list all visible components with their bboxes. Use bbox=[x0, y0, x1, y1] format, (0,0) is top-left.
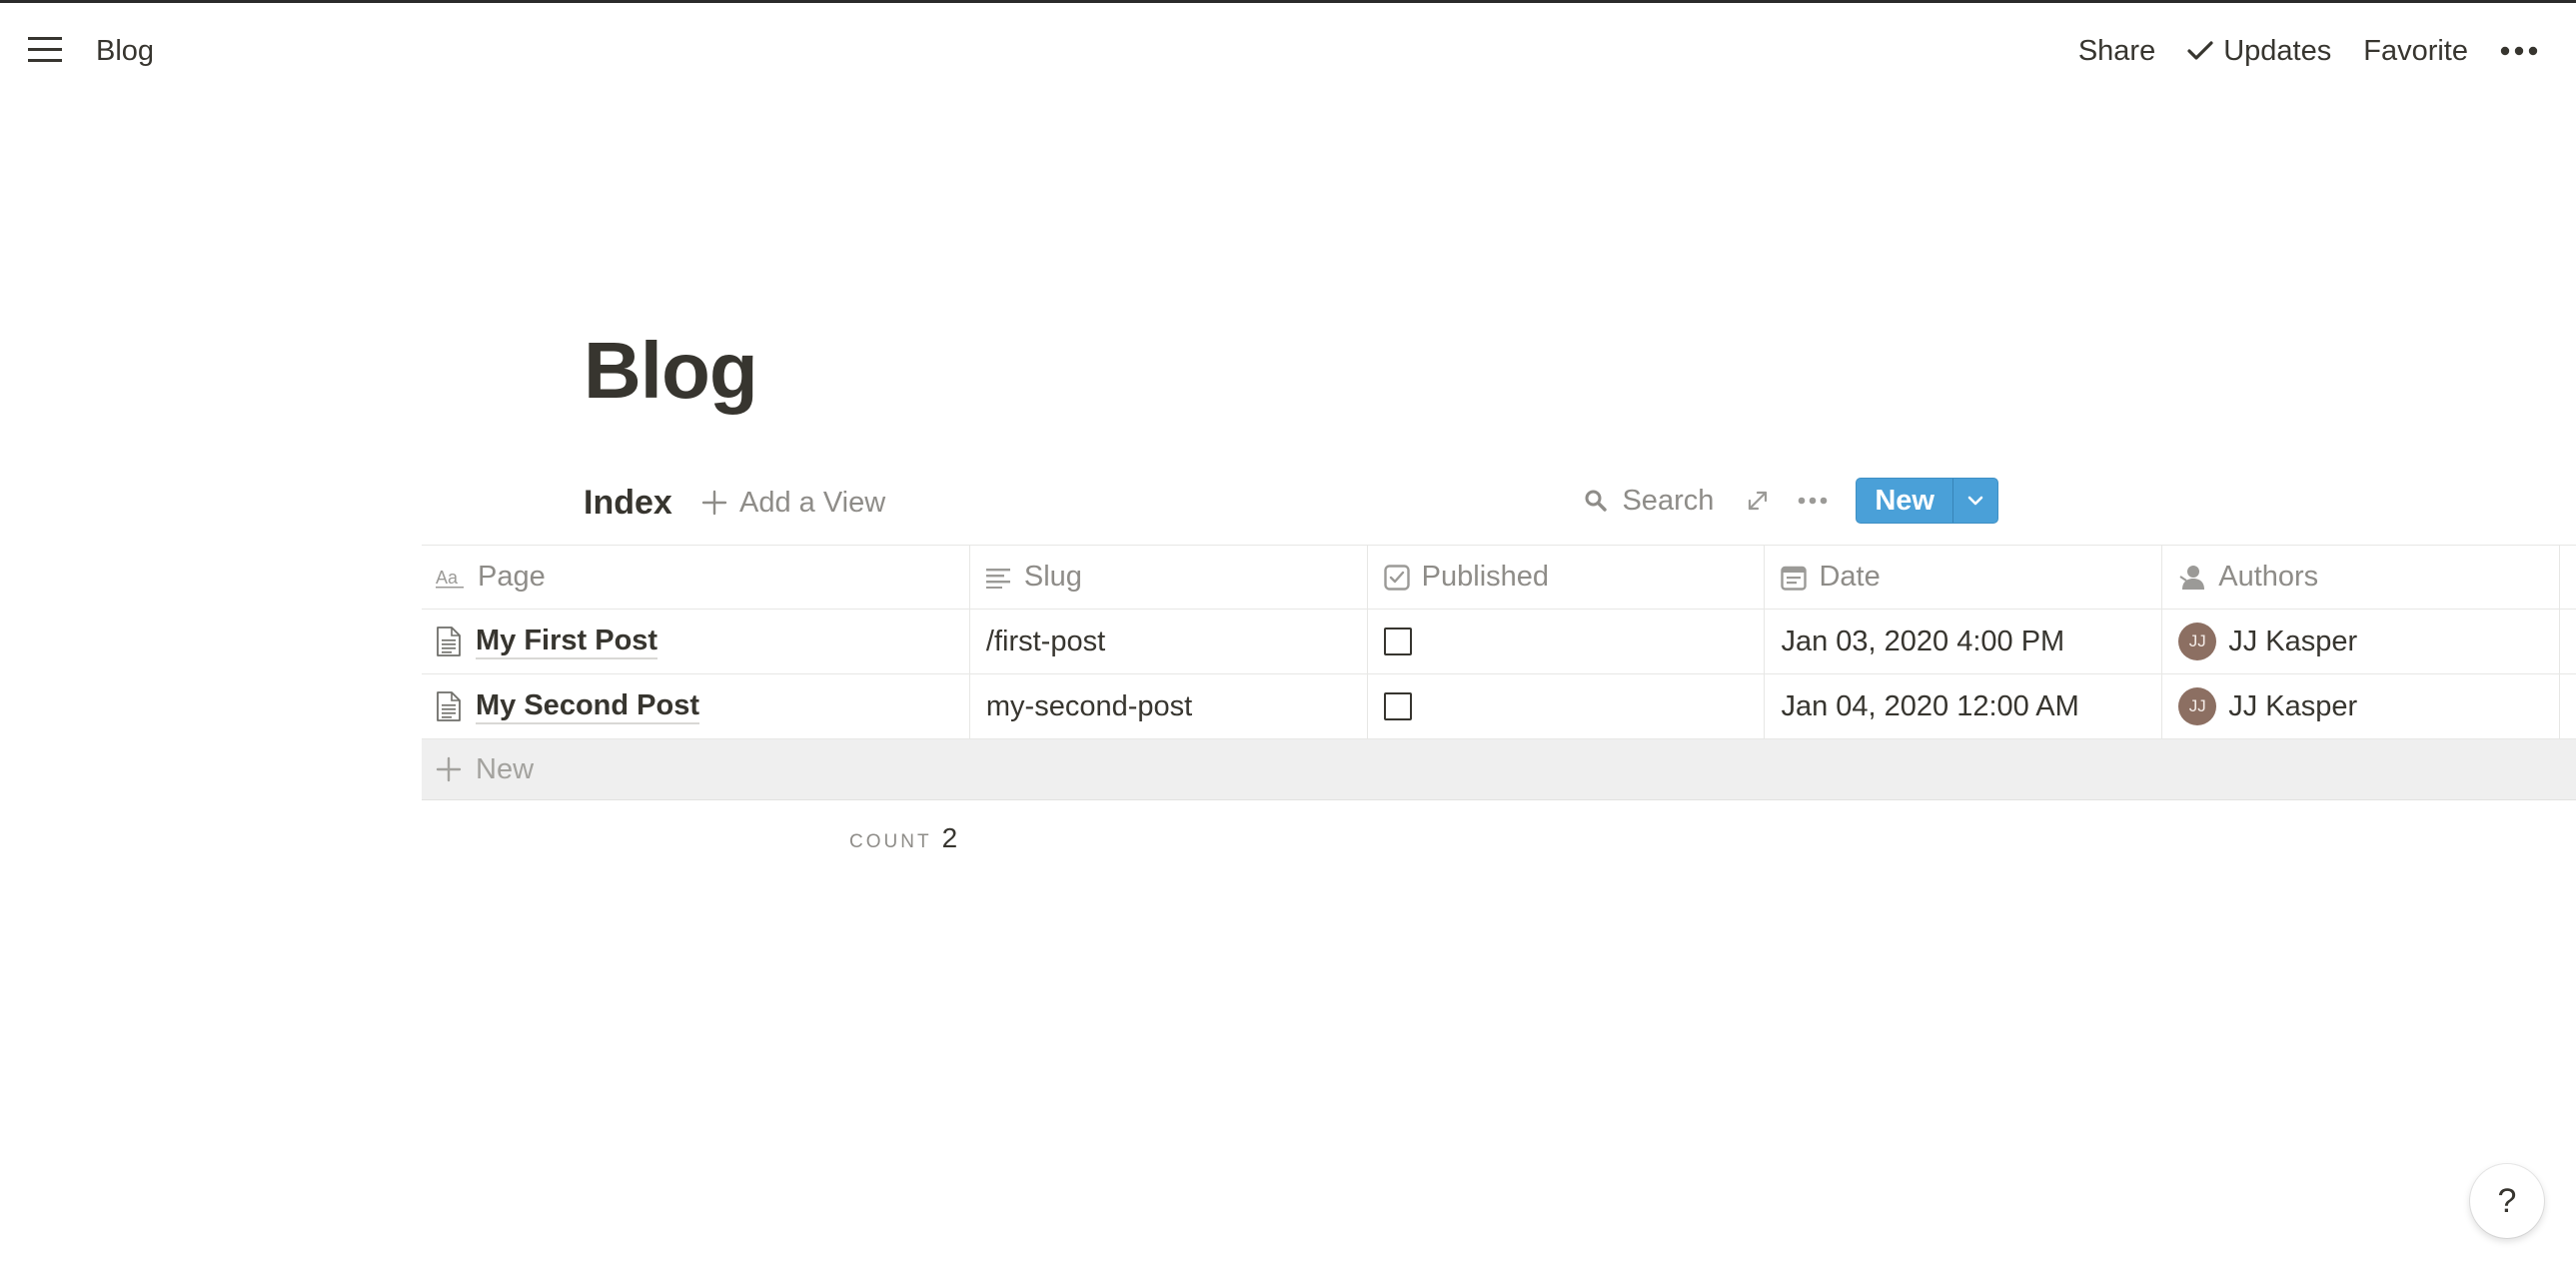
table-header-row: Aa Page Slug Published Date Authors bbox=[422, 545, 2576, 610]
calendar-icon bbox=[1781, 566, 1808, 591]
database-table: Aa Page Slug Published Date Authors My F… bbox=[422, 545, 2576, 800]
share-button[interactable]: Share bbox=[2078, 33, 2155, 69]
breadcrumb-title[interactable]: Blog bbox=[96, 33, 154, 69]
column-label: Published bbox=[1421, 561, 1550, 593]
count-value: 2 bbox=[941, 822, 958, 853]
database-view-bar: Index Add a View Search New bbox=[584, 475, 1998, 527]
view-tools: Search New bbox=[1584, 478, 1998, 524]
page-cell[interactable]: My Second Post bbox=[422, 674, 970, 738]
page-cell[interactable]: My First Post bbox=[422, 610, 970, 673]
checkbox-icon bbox=[1383, 564, 1410, 591]
column-label: Page bbox=[478, 561, 546, 593]
updates-button[interactable]: Updates bbox=[2187, 33, 2331, 69]
published-cell[interactable] bbox=[1368, 674, 1766, 738]
new-button[interactable]: New bbox=[1857, 479, 1952, 523]
updates-label: Updates bbox=[2223, 35, 2332, 67]
page-link[interactable]: My First Post bbox=[476, 624, 658, 659]
empty-cell bbox=[2560, 674, 2576, 738]
authors-cell[interactable]: JJ JJ Kasper bbox=[2162, 674, 2561, 738]
add-view-button[interactable]: Add a View bbox=[701, 483, 885, 523]
published-checkbox[interactable] bbox=[1383, 628, 1412, 655]
column-label: Authors bbox=[2218, 561, 2319, 593]
column-header-date[interactable]: Date bbox=[1765, 546, 2163, 609]
title-icon: Aa bbox=[436, 568, 464, 588]
page-title[interactable]: Blog bbox=[584, 321, 758, 421]
column-label: Date bbox=[1819, 561, 1881, 593]
text-icon bbox=[985, 568, 1010, 589]
page-link[interactable]: My Second Post bbox=[476, 688, 699, 724]
column-label: Slug bbox=[1023, 561, 1082, 593]
help-button[interactable]: ? bbox=[2470, 1164, 2544, 1238]
empty-cell bbox=[2560, 610, 2576, 673]
published-checkbox[interactable] bbox=[1383, 692, 1412, 720]
table-row: My Second Post my-second-post Jan 04, 20… bbox=[422, 674, 2576, 739]
favorite-button[interactable]: Favorite bbox=[2363, 33, 2468, 69]
search-label: Search bbox=[1622, 484, 1715, 517]
authors-cell[interactable]: JJ JJ Kasper bbox=[2162, 610, 2561, 673]
avatar: JJ bbox=[2178, 687, 2217, 725]
new-dropdown-button[interactable] bbox=[1952, 479, 1997, 523]
column-header-published[interactable]: Published bbox=[1368, 546, 1766, 609]
author-name: JJ Kasper bbox=[2228, 689, 2358, 722]
column-header-slug[interactable]: Slug bbox=[970, 546, 1368, 609]
column-header-authors[interactable]: Authors bbox=[2162, 546, 2561, 609]
column-header-page[interactable]: Aa Page bbox=[422, 546, 970, 609]
slug-cell[interactable]: my-second-post bbox=[970, 674, 1368, 738]
chevron-down-icon bbox=[1967, 496, 1983, 506]
add-row-label: New bbox=[476, 752, 535, 785]
more-options-icon[interactable] bbox=[2500, 46, 2538, 56]
column-header-empty bbox=[2560, 546, 2576, 609]
date-cell[interactable]: Jan 04, 2020 12:00 AM bbox=[1765, 674, 2163, 738]
date-cell[interactable]: Jan 03, 2020 4:00 PM bbox=[1765, 610, 2163, 673]
expand-icon[interactable] bbox=[1746, 489, 1770, 513]
view-more-options-icon[interactable] bbox=[1798, 497, 1828, 505]
count-label: COUNT bbox=[849, 831, 932, 852]
add-row-button[interactable]: New bbox=[422, 739, 2576, 800]
svg-text:Aa: Aa bbox=[436, 568, 459, 588]
topbar-actions: Share Updates Favorite bbox=[2078, 29, 2538, 73]
plus-icon bbox=[436, 756, 462, 782]
slug-cell[interactable]: /first-post bbox=[970, 610, 1368, 673]
document-icon bbox=[436, 626, 462, 657]
document-icon bbox=[436, 690, 462, 722]
row-count[interactable]: COUNT 2 bbox=[849, 822, 957, 854]
author-name: JJ Kasper bbox=[2228, 625, 2358, 657]
search-icon bbox=[1585, 490, 1608, 512]
top-bar: Blog Share Updates Favorite bbox=[0, 3, 2576, 99]
plus-icon bbox=[701, 490, 727, 516]
hamburger-menu-icon[interactable] bbox=[28, 35, 68, 69]
person-icon bbox=[2179, 565, 2205, 590]
table-row: My First Post /first-post Jan 03, 2020 4… bbox=[422, 610, 2576, 674]
published-cell[interactable] bbox=[1368, 610, 1766, 673]
avatar: JJ bbox=[2178, 623, 2217, 660]
add-view-label: Add a View bbox=[739, 487, 886, 519]
view-name[interactable]: Index bbox=[584, 483, 672, 523]
search-button[interactable]: Search bbox=[1584, 485, 1714, 518]
checkmark-icon bbox=[2187, 41, 2213, 60]
new-button-group: New bbox=[1856, 478, 1998, 524]
